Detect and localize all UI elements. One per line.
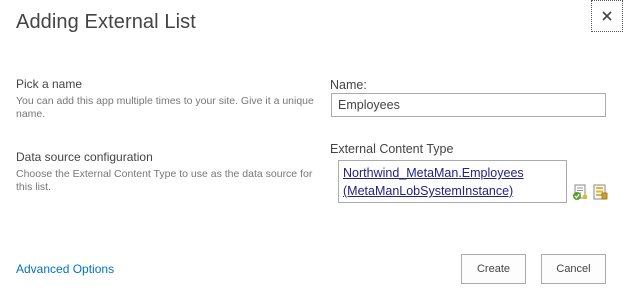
ect-picker[interactable]: Northwind_MetaMan.Employees (MetaManLobS… (338, 160, 567, 203)
create-button[interactable]: Create (461, 254, 526, 284)
advanced-options-link[interactable]: Advanced Options (16, 262, 114, 276)
ect-link-line1[interactable]: Northwind_MetaMan.Employees (343, 164, 562, 182)
name-section-description: You can add this app multiple times to y… (16, 95, 314, 120)
browse-content-types-icon[interactable] (592, 184, 608, 200)
close-icon (602, 11, 612, 21)
datasource-section-description: Choose the External Content Type to use … (16, 168, 313, 193)
name-input[interactable] (331, 93, 606, 117)
ect-link-line2[interactable]: (MetaManLobSystemInstance) (343, 182, 562, 200)
ect-field-label: External Content Type (330, 142, 454, 156)
name-field-label: Name: (330, 78, 367, 92)
check-names-icon[interactable] (572, 184, 588, 200)
dialog-title: Adding External List (16, 11, 196, 33)
datasource-section-title: Data source configuration (16, 150, 153, 164)
close-button[interactable] (591, 0, 623, 32)
cancel-button[interactable]: Cancel (541, 254, 606, 284)
name-section-title: Pick a name (16, 77, 83, 91)
adding-external-list-dialog: Adding External List Pick a name You can… (0, 0, 624, 294)
